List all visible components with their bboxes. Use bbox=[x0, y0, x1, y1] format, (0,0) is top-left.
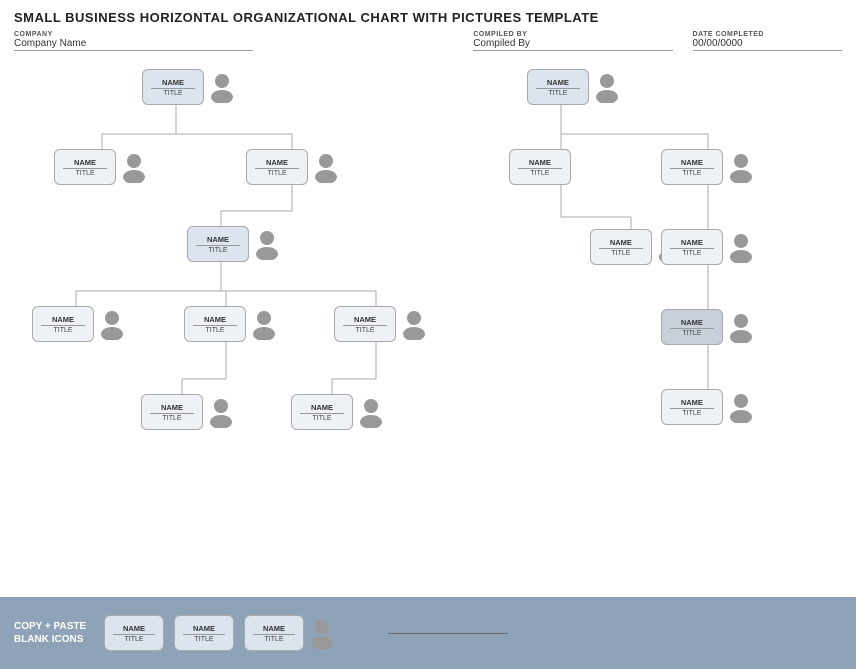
left-l5-mid-node: NAME TITLE bbox=[141, 394, 237, 430]
left-l4-right-node: NAME TITLE bbox=[334, 306, 430, 342]
blank-box-1[interactable]: NAME TITLE bbox=[104, 615, 164, 651]
company-value: Company Name bbox=[14, 38, 253, 51]
left-l4-mid-node: NAME TITLE bbox=[184, 306, 280, 342]
page-title: SMALL BUSINESS HORIZONTAL ORGANIZATIONAL… bbox=[14, 10, 842, 25]
right-chain-l4-node: NAME TITLE bbox=[661, 309, 757, 345]
blank-box-2[interactable]: NAME TITLE bbox=[174, 615, 234, 651]
left-l5-mid-avatar bbox=[205, 394, 237, 430]
blank-line bbox=[388, 633, 508, 634]
right-l2-left-node: NAME TITLE bbox=[509, 149, 571, 185]
chart-area: NAME TITLE NAME TITLE bbox=[14, 59, 842, 589]
left-l4-mid-avatar bbox=[248, 306, 280, 342]
left-l2-right-box[interactable]: NAME TITLE bbox=[246, 149, 308, 185]
right-root-avatar bbox=[591, 69, 623, 105]
header-info: COMPANY Company Name COMPILED BY Compile… bbox=[14, 31, 842, 51]
copy-paste-label: COPY + PASTE BLANK ICONS bbox=[14, 620, 94, 646]
page: SMALL BUSINESS HORIZONTAL ORGANIZATIONAL… bbox=[0, 0, 856, 669]
right-l2-right-avatar bbox=[725, 149, 757, 185]
right-chain-l4-avatar bbox=[725, 309, 757, 345]
compiled-section: COMPILED BY Compiled By bbox=[473, 31, 672, 51]
left-tree: NAME TITLE NAME TITLE bbox=[14, 59, 463, 589]
left-l4-right-box[interactable]: NAME TITLE bbox=[334, 306, 396, 342]
right-chain-l3-box[interactable]: NAME TITLE bbox=[661, 229, 723, 265]
left-l3-node: NAME TITLE bbox=[187, 226, 283, 262]
right-chain-l3-avatar bbox=[725, 229, 757, 265]
left-l4-left-box[interactable]: NAME TITLE bbox=[32, 306, 94, 342]
date-section: DATE COMPLETED 00/00/0000 bbox=[693, 31, 842, 51]
company-section: COMPANY Company Name bbox=[14, 31, 253, 51]
compiled-label: COMPILED BY bbox=[473, 31, 672, 38]
blank-box-3[interactable]: NAME TITLE bbox=[244, 615, 304, 651]
right-l3-box[interactable]: NAME TITLE bbox=[590, 229, 652, 265]
left-root-box[interactable]: NAME TITLE bbox=[142, 69, 204, 105]
left-l5-right-node: NAME TITLE bbox=[291, 394, 387, 430]
blank-node-3-avatar bbox=[306, 615, 338, 651]
left-l2-left-avatar bbox=[118, 149, 150, 185]
left-l2-right-avatar bbox=[310, 149, 342, 185]
left-l4-left-node: NAME TITLE bbox=[32, 306, 128, 342]
right-chain-l5-node: NAME TITLE bbox=[661, 389, 757, 425]
left-l4-right-avatar bbox=[398, 306, 430, 342]
left-l4-left-avatar bbox=[96, 306, 128, 342]
company-label: COMPANY bbox=[14, 31, 253, 38]
left-root-node: NAME TITLE bbox=[142, 69, 238, 105]
left-l5-mid-box[interactable]: NAME TITLE bbox=[141, 394, 203, 430]
right-l2-left-box[interactable]: NAME TITLE bbox=[509, 149, 571, 185]
right-chain-l5-avatar bbox=[725, 389, 757, 425]
blank-node-1: NAME TITLE bbox=[104, 615, 164, 651]
right-tree: NAME TITLE NAME TITLE NAME TITLE bbox=[483, 59, 842, 589]
left-l2-right-node: NAME TITLE bbox=[246, 149, 342, 185]
left-l5-right-box[interactable]: NAME TITLE bbox=[291, 394, 353, 430]
right-chain-l5-box[interactable]: NAME TITLE bbox=[661, 389, 723, 425]
left-l5-right-avatar bbox=[355, 394, 387, 430]
left-l2-left-node: NAME TITLE bbox=[54, 149, 150, 185]
right-root-box[interactable]: NAME TITLE bbox=[527, 69, 589, 105]
right-l2-right-box[interactable]: NAME TITLE bbox=[661, 149, 723, 185]
left-l3-avatar bbox=[251, 226, 283, 262]
left-l4-mid-box[interactable]: NAME TITLE bbox=[184, 306, 246, 342]
right-chain-l4-box[interactable]: NAME TITLE bbox=[661, 309, 723, 345]
compiled-value: Compiled By bbox=[473, 38, 672, 51]
right-l2-right-node: NAME TITLE bbox=[661, 149, 757, 185]
left-root-avatar bbox=[206, 69, 238, 105]
right-chain-l3-node: NAME TITLE bbox=[661, 229, 757, 265]
blank-line-area bbox=[348, 633, 842, 634]
blank-node-2: NAME TITLE bbox=[174, 615, 234, 651]
blank-node-3: NAME TITLE bbox=[244, 615, 338, 651]
date-value: 00/00/0000 bbox=[693, 38, 842, 51]
right-root-node: NAME TITLE bbox=[527, 69, 623, 105]
bottom-bar: COPY + PASTE BLANK ICONS NAME TITLE NAME… bbox=[0, 597, 856, 669]
left-l2-left-box[interactable]: NAME TITLE bbox=[54, 149, 116, 185]
left-l3-box[interactable]: NAME TITLE bbox=[187, 226, 249, 262]
date-label: DATE COMPLETED bbox=[693, 31, 842, 38]
